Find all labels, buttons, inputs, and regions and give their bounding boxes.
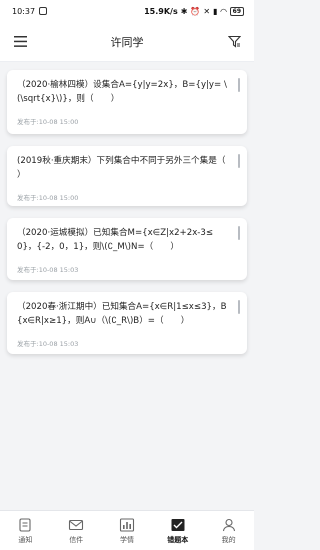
question-date: 发布于:10-08 15:00 — [17, 118, 79, 126]
card-scroll-indicator — [238, 226, 240, 240]
status-time: 10:37 — [12, 6, 36, 16]
question-text: （2020·运城模拟）已知集合M={x∈Z|x2+2x-3≤0}，{-2，0，1… — [17, 228, 214, 252]
mail-icon — [69, 519, 84, 530]
wifi-icon: ◠ — [220, 6, 227, 16]
tab-profile[interactable]: 我的 — [203, 511, 254, 550]
alarm-icon: ⏰ — [190, 6, 201, 16]
card-scroll-indicator — [238, 300, 240, 314]
tab-stats[interactable]: 学情 — [102, 511, 153, 550]
menu-icon[interactable] — [12, 34, 28, 50]
tab-notification[interactable]: 通知 — [0, 511, 51, 550]
tab-wrongbook[interactable]: 错题本 — [152, 511, 203, 550]
notification-icon — [19, 517, 31, 532]
wrongbook-icon — [171, 518, 185, 531]
tab-label: 信件 — [69, 535, 84, 544]
question-list: （2020·榆林四模）设集合A={y|y=2x}，B={y|y= \(\sqrt… — [0, 62, 254, 354]
tab-mail[interactable]: 信件 — [51, 511, 102, 550]
bottom-tab-bar: 通知 信件 学情 错题本 我的 — [0, 510, 254, 550]
page-title: 许同学 — [110, 35, 144, 49]
tab-label: 学情 — [119, 535, 134, 544]
app-bar: 许同学 — [0, 22, 254, 62]
filter-icon[interactable] — [226, 34, 242, 50]
chart-icon — [119, 517, 135, 532]
question-card[interactable]: （2020·榆林四模）设集合A={y|y=2x}，B={y|y= \(\sqrt… — [7, 70, 247, 134]
question-date: 发布于:10-08 15:03 — [17, 266, 79, 274]
question-card[interactable]: （2020·运城模拟）已知集合M={x∈Z|x2+2x-3≤0}，{-2，0，1… — [7, 218, 247, 280]
question-date: 发布于:10-08 15:00 — [17, 194, 79, 202]
tab-label: 通知 — [18, 535, 33, 544]
network-speed: 15.9K/s — [144, 6, 178, 16]
signal-icon: ▮ — [213, 6, 218, 16]
question-text: （2020·榆林四模）设集合A={y|y=2x}，B={y|y= \(\sqrt… — [17, 80, 227, 104]
user-icon — [222, 518, 235, 531]
question-text: （2020春·浙江期中）已知集合A={x∈R|1≤x≤3}，B{x∈R|x≥1}… — [17, 302, 227, 326]
question-text: (2019秋·重庆期末）下列集合中不同于另外三个集是（ ） — [17, 156, 243, 180]
card-scroll-indicator — [238, 154, 240, 168]
question-date: 发布于:10-08 15:03 — [17, 340, 79, 348]
status-bar: 10:37 15.9K/s ✱ ⏰ ✕ ▮ ◠ 69 — [0, 0, 254, 22]
question-card[interactable]: （2020春·浙江期中）已知集合A={x∈R|1≤x≤3}，B{x∈R|x≥1}… — [7, 292, 247, 354]
question-card[interactable]: (2019秋·重庆期末）下列集合中不同于另外三个集是（ ） 发布于:10-08 … — [7, 146, 247, 206]
notification-dot-icon — [39, 7, 48, 15]
bluetooth-icon: ✱ — [180, 6, 188, 16]
battery-indicator: 69 — [229, 6, 244, 16]
card-scroll-indicator — [238, 78, 240, 92]
tab-label: 错题本 — [167, 535, 189, 544]
mute-icon: ✕ — [203, 6, 211, 16]
tab-label: 我的 — [221, 535, 236, 544]
